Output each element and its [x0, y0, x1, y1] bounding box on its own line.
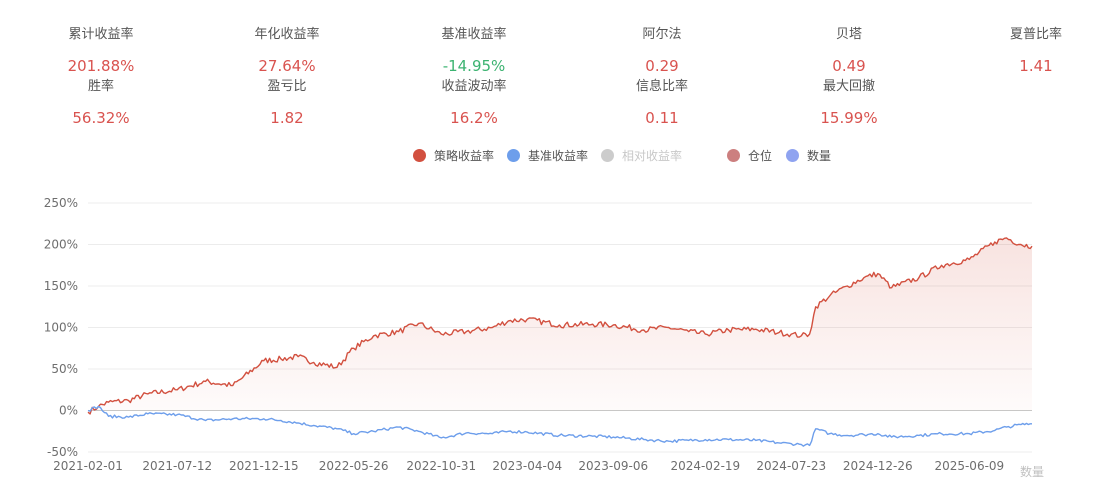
series-layer	[87, 237, 1033, 447]
y-tick-label: 200%	[44, 238, 78, 252]
x-tick-label: 2024-12-26	[843, 459, 913, 473]
x-tick-label: 2021-02-01	[53, 459, 123, 473]
x-tick-label: 2023-04-04	[492, 459, 562, 473]
y-tick-label: 0%	[59, 404, 78, 418]
benchmark-return-line	[87, 405, 1032, 447]
x-tick-label: 2025-06-09	[934, 459, 1004, 473]
y-tick-label: 150%	[44, 279, 78, 293]
x-tick-label: 2024-02-19	[670, 459, 740, 473]
x-tick-label: 2022-10-31	[406, 459, 476, 473]
x-tick-label: 2023-09-06	[578, 459, 648, 473]
y-tick-label: 50%	[51, 362, 78, 376]
y-tick-label: 100%	[44, 321, 78, 335]
x-tick-label: 2022-05-26	[319, 459, 389, 473]
x-tick-label: 2021-07-12	[142, 459, 212, 473]
y-tick-label: 250%	[44, 196, 78, 210]
x-tick-label: 2024-07-23	[756, 459, 826, 473]
y-tick-label: -50%	[47, 445, 78, 459]
secondary-axis-label: 数量	[1020, 464, 1044, 479]
returns-line-chart: 250% 200% 150% 100% 50% 0% -50%2021-02-01 2021-…	[44, 196, 1044, 479]
x-tick-label: 2021-12-15	[229, 459, 299, 473]
